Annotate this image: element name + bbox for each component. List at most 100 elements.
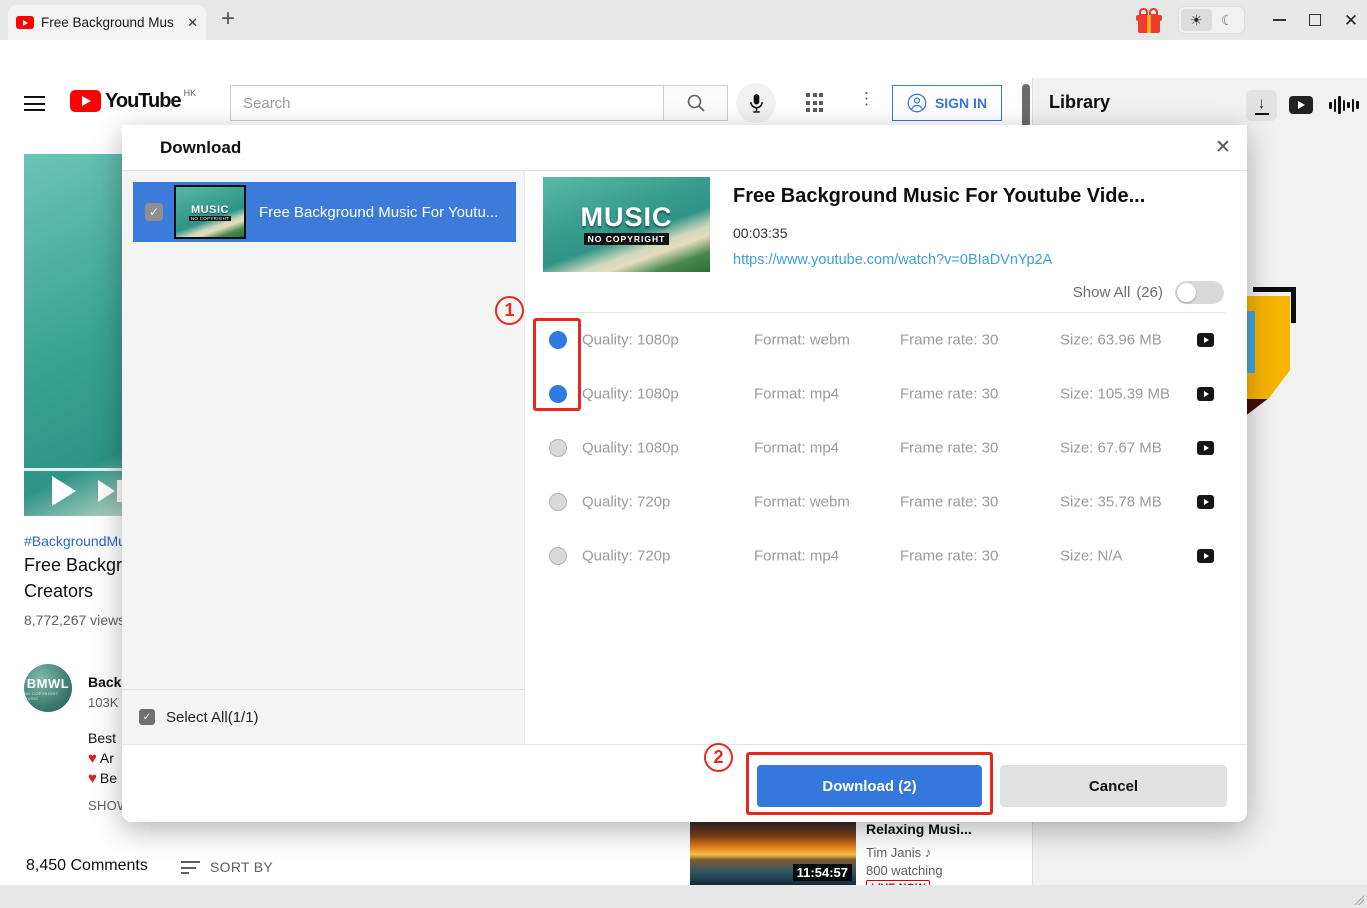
close-window-button[interactable]: ✕ <box>1340 10 1362 30</box>
format-size: Size: 105.39 MB <box>1060 386 1170 403</box>
watching-count: 800 watching <box>866 863 943 878</box>
audio-library-icon[interactable] <box>1329 94 1359 116</box>
voice-search-button[interactable] <box>736 83 776 123</box>
comments-count: 8,450 Comments <box>26 857 148 875</box>
search-button[interactable] <box>664 85 728 121</box>
show-all-count: (26) <box>1136 284 1163 301</box>
library-title: Library <box>1049 92 1110 113</box>
theme-toggle[interactable]: ☀ ☽ <box>1178 6 1245 34</box>
light-mode-icon[interactable]: ☀ <box>1181 9 1212 31</box>
suggested-channel: Tim Janis ♪ <box>866 845 931 860</box>
format-framerate: Frame rate: 30 <box>900 440 998 457</box>
browser-tab[interactable]: Free Background Mus ✕ <box>8 5 206 40</box>
subscriber-count: 103K <box>88 695 118 710</box>
channel-name[interactable]: Back <box>88 674 121 690</box>
item-checkbox[interactable]: ✓ <box>145 203 163 221</box>
suggested-title[interactable]: Relaxing Musi... <box>866 821 972 837</box>
play-icon[interactable] <box>52 476 76 506</box>
format-quality: Quality: 1080p <box>582 332 679 349</box>
format-radio[interactable] <box>549 547 567 565</box>
select-all-checkbox[interactable]: ✓ <box>139 709 155 725</box>
format-list: Quality: 1080p Format: webm Frame rate: … <box>122 313 1247 583</box>
format-row[interactable]: Quality: 1080p Format: mp4 Frame rate: 3… <box>122 421 1247 475</box>
sign-in-button[interactable]: SIGN IN <box>892 85 1002 121</box>
video-duration-badge: 11:54:57 <box>793 864 852 881</box>
format-row[interactable]: Quality: 1080p Format: mp4 Frame rate: 3… <box>122 367 1247 421</box>
maximize-button[interactable] <box>1304 10 1326 30</box>
format-preview-play-icon[interactable] <box>1197 387 1214 401</box>
video-library-icon[interactable] <box>1289 96 1313 114</box>
graphic-bracket <box>1253 287 1296 292</box>
downloads-tab-icon[interactable]: ↓ <box>1246 90 1277 121</box>
annotation-box-2 <box>746 752 993 815</box>
format-radio[interactable] <box>549 493 567 511</box>
format-radio[interactable] <box>549 439 567 457</box>
dialog-title: Download <box>160 138 241 158</box>
format-size: Size: N/A <box>1060 548 1123 565</box>
hamburger-menu-icon[interactable] <box>24 96 45 116</box>
tab-title: Free Background Mus <box>41 15 180 30</box>
description-line: Best <box>88 730 116 746</box>
page-scrollbar[interactable] <box>1022 84 1030 128</box>
format-row[interactable]: Quality: 1080p Format: webm Frame rate: … <box>122 313 1247 367</box>
music-note-icon: ♪ <box>925 845 932 860</box>
format-container: Format: webm <box>754 332 850 349</box>
video-title: Free Backgr Creators <box>24 552 122 604</box>
format-preview-play-icon[interactable] <box>1197 333 1214 347</box>
format-quality: Quality: 1080p <box>582 386 679 403</box>
format-row[interactable]: Quality: 720p Format: webm Frame rate: 3… <box>122 475 1247 529</box>
hashtag-link[interactable]: #BackgroundMusi <box>24 533 136 549</box>
video-list-item[interactable]: ✓ MUSIC NO COPYRIGHT Free Background Mus… <box>133 182 516 242</box>
resize-grip[interactable] <box>1354 895 1364 905</box>
search-input[interactable] <box>230 85 664 121</box>
kebab-menu-icon[interactable]: ⋮ <box>858 90 872 107</box>
video-duration: 00:03:35 <box>733 225 788 241</box>
gift-icon[interactable] <box>1136 8 1162 33</box>
dialog-footer: Download (2) Cancel <box>122 744 1247 822</box>
select-all-row[interactable]: ✓ Select All(1/1) <box>122 689 525 744</box>
mic-icon <box>749 93 764 114</box>
apps-grid-icon[interactable] <box>806 93 826 113</box>
format-container: Format: mp4 <box>754 548 839 565</box>
format-size: Size: 63.96 MB <box>1060 332 1162 349</box>
dialog-video-title: Free Background Music For Youtube Vide..… <box>733 185 1145 208</box>
video-thumbnail: MUSIC NO COPYRIGHT <box>543 177 710 272</box>
description-line: ♥Ar <box>88 750 114 767</box>
dark-mode-icon[interactable]: ☽ <box>1212 9 1243 31</box>
select-all-label: Select All(1/1) <box>166 709 259 726</box>
channel-avatar[interactable]: BMWL NO COPYRIGHT MUSIC <box>24 664 72 712</box>
new-tab-button[interactable]: + <box>214 5 242 33</box>
view-count: 8,772,267 views <box>24 612 125 628</box>
format-row[interactable]: Quality: 720p Format: mp4 Frame rate: 30… <box>122 529 1247 583</box>
youtube-favicon-icon <box>16 16 34 29</box>
format-preview-play-icon[interactable] <box>1197 549 1214 563</box>
sort-icon[interactable] <box>181 861 200 878</box>
annotation-step-1: 1 <box>495 296 524 325</box>
minimize-button[interactable] <box>1268 10 1290 30</box>
video-url-link[interactable]: https://www.youtube.com/watch?v=0BIaDVnY… <box>733 252 1052 268</box>
person-icon <box>907 93 927 113</box>
heart-icon: ♥ <box>88 750 97 767</box>
show-all-toggle[interactable] <box>1175 281 1224 304</box>
suggested-thumbnail[interactable]: 11:54:57 <box>690 819 856 885</box>
format-framerate: Frame rate: 30 <box>900 386 998 403</box>
cancel-button[interactable]: Cancel <box>1000 765 1227 807</box>
address-bar: ← → ↻ ⌂ https://www.youtube.com/watch?v=… <box>0 40 1367 78</box>
youtube-logo[interactable]: YouTube HK <box>70 90 196 112</box>
format-container: Format: mp4 <box>754 440 839 457</box>
item-label: Free Background Music For Youtu... <box>259 204 498 221</box>
download-dialog: Download ✕ ✓ MUSIC NO COPYRIGHT Free Bac… <box>122 125 1247 822</box>
format-preview-play-icon[interactable] <box>1197 441 1214 455</box>
dialog-close-icon[interactable]: ✕ <box>1215 136 1231 159</box>
sort-by-button[interactable]: SORT BY <box>210 859 273 875</box>
format-preview-play-icon[interactable] <box>1197 495 1214 509</box>
description-line: ♥Be <box>88 770 117 787</box>
app-window: Free Background Mus ✕ + ☀ ☽ ✕ ← → ↻ ⌂ ht… <box>0 0 1367 908</box>
tab-close-icon[interactable]: ✕ <box>187 15 198 31</box>
next-icon[interactable] <box>98 480 122 502</box>
format-framerate: Frame rate: 30 <box>900 494 998 511</box>
bottom-strip <box>0 885 1367 908</box>
show-all-label: Show All <box>1073 284 1131 301</box>
format-container: Format: mp4 <box>754 386 839 403</box>
format-quality: Quality: 720p <box>582 494 670 511</box>
